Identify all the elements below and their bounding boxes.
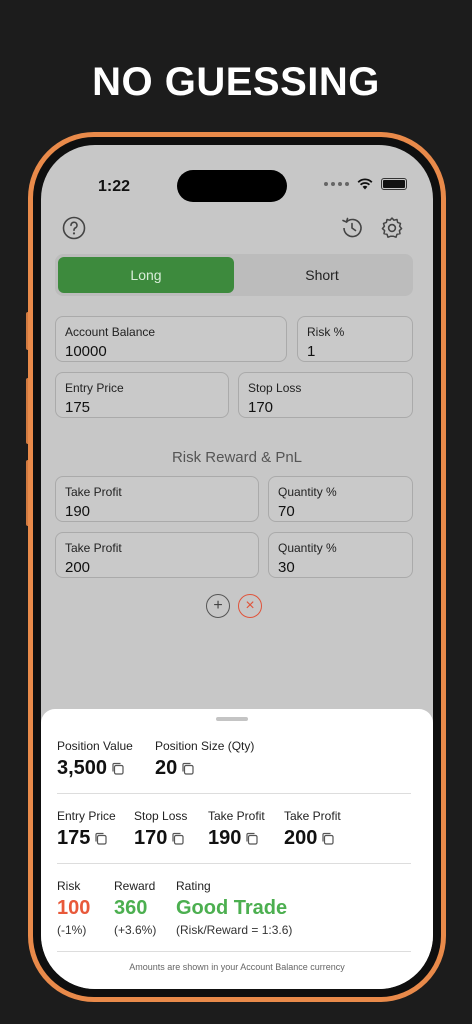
position-value-label: Position Value — [57, 739, 133, 753]
stop-loss-field[interactable]: Stop Loss 170 — [238, 372, 413, 418]
divider — [57, 793, 411, 794]
long-button[interactable]: Long — [58, 257, 234, 293]
reward-percent-sub: (+3.6%) — [114, 923, 157, 937]
entry-price-label: Entry Price — [65, 381, 124, 395]
cellular-signal-icon — [324, 182, 349, 186]
position-size-label: Position Size (Qty) — [155, 739, 255, 753]
remove-target-button[interactable]: × — [238, 594, 262, 618]
entry-price-field[interactable]: Entry Price 175 — [55, 372, 229, 418]
quantity-percent-value[interactable]: 70 — [278, 503, 403, 520]
stop-loss-metric: Stop Loss 170 — [134, 809, 187, 850]
take-profit-result-value: 200 — [284, 827, 318, 849]
take-profit-metric: Take Profit 200 — [284, 809, 341, 850]
reward-value: 360 — [114, 897, 148, 919]
entry-price-result-value: 175 — [57, 827, 91, 849]
quantity-percent-label: Quantity % — [278, 541, 337, 555]
currency-footnote: Amounts are shown in your Account Balanc… — [129, 962, 345, 972]
rating-metric: Rating Good Trade (Risk/Reward = 1:3.6) — [176, 879, 292, 937]
quantity-percent-field[interactable]: Quantity % 30 — [268, 532, 413, 578]
gear-icon[interactable] — [379, 215, 405, 241]
risk-percent-sub: (-1%) — [57, 923, 87, 937]
stop-loss-label: Stop Loss — [248, 381, 302, 395]
take-profit-label: Take Profit — [65, 541, 122, 555]
take-profit-metric: Take Profit 190 — [208, 809, 265, 850]
copy-icon[interactable] — [111, 762, 124, 775]
take-profit-field[interactable]: Take Profit 200 — [55, 532, 259, 578]
position-size-metric: Position Size (Qty) 20 — [155, 739, 254, 780]
plus-icon: + — [213, 597, 223, 614]
headline: NO GUESSING — [92, 60, 380, 104]
risk-percent-value[interactable]: 1 — [307, 343, 403, 360]
account-balance-field[interactable]: Account Balance 10000 — [55, 316, 287, 362]
phone-frame: 1:22 Long Short Account Balance 10000 Ri… — [28, 132, 446, 1002]
risk-metric: Risk 100 (-1%) — [57, 879, 90, 937]
reward-metric: Reward 360 (+3.6%) — [114, 879, 156, 937]
dynamic-island — [177, 170, 287, 202]
stop-loss-result-value: 170 — [134, 827, 168, 849]
status-time: 1:22 — [98, 178, 131, 195]
short-button[interactable]: Short — [234, 257, 410, 293]
take-profit-field[interactable]: Take Profit 190 — [55, 476, 259, 522]
copy-icon[interactable] — [181, 762, 194, 775]
add-target-button[interactable]: + — [206, 594, 230, 618]
sheet-drag-handle[interactable] — [216, 717, 248, 721]
entry-price-result-label: Entry Price — [57, 809, 116, 823]
quantity-percent-field[interactable]: Quantity % 70 — [268, 476, 413, 522]
risk-percent-label: Risk % — [307, 325, 345, 339]
divider — [57, 863, 411, 864]
position-size-value: 20 — [155, 757, 178, 779]
quantity-percent-value[interactable]: 30 — [278, 559, 403, 576]
risk-reward-section-title: Risk Reward & PnL — [171, 449, 303, 466]
question-circle-icon[interactable] — [61, 215, 87, 241]
rating-value: Good Trade — [176, 897, 288, 919]
risk-value: 100 — [57, 897, 91, 919]
entry-price-metric: Entry Price 175 — [57, 809, 116, 850]
close-icon: × — [245, 597, 255, 614]
account-balance-value[interactable]: 10000 — [65, 343, 277, 360]
reward-label: Reward — [114, 879, 156, 893]
direction-toggle: Long Short — [55, 254, 413, 296]
phone-bezel: 1:22 Long Short Account Balance 10000 Ri… — [33, 137, 441, 997]
copy-icon[interactable] — [171, 832, 184, 845]
account-balance-label: Account Balance — [65, 325, 156, 339]
divider — [57, 951, 411, 952]
take-profit-value[interactable]: 190 — [65, 503, 249, 520]
copy-icon[interactable] — [321, 832, 334, 845]
results-sheet: Position Value 3,500 Position Size (Qty)… — [41, 709, 433, 989]
history-icon[interactable] — [339, 215, 365, 241]
risk-reward-ratio: (Risk/Reward = 1:3.6) — [176, 923, 293, 937]
app-screen: 1:22 Long Short Account Balance 10000 Ri… — [41, 145, 433, 989]
stop-loss-result-label: Stop Loss — [134, 809, 188, 823]
entry-price-value[interactable]: 175 — [65, 399, 219, 416]
copy-icon[interactable] — [94, 832, 107, 845]
battery-icon — [381, 178, 407, 190]
rating-label: Rating — [176, 879, 211, 893]
position-value: 3,500 — [57, 757, 108, 779]
take-profit-result-label: Take Profit — [208, 809, 265, 823]
risk-percent-field[interactable]: Risk % 1 — [297, 316, 413, 362]
copy-icon[interactable] — [245, 832, 258, 845]
stop-loss-value[interactable]: 170 — [248, 399, 403, 416]
take-profit-label: Take Profit — [65, 485, 122, 499]
quantity-percent-label: Quantity % — [278, 485, 337, 499]
position-value-metric: Position Value 3,500 — [57, 739, 133, 780]
take-profit-result-label: Take Profit — [284, 809, 341, 823]
take-profit-value[interactable]: 200 — [65, 559, 249, 576]
take-profit-result-value: 190 — [208, 827, 242, 849]
status-icons — [324, 178, 407, 190]
wifi-icon — [357, 178, 373, 190]
risk-label: Risk — [57, 879, 81, 893]
